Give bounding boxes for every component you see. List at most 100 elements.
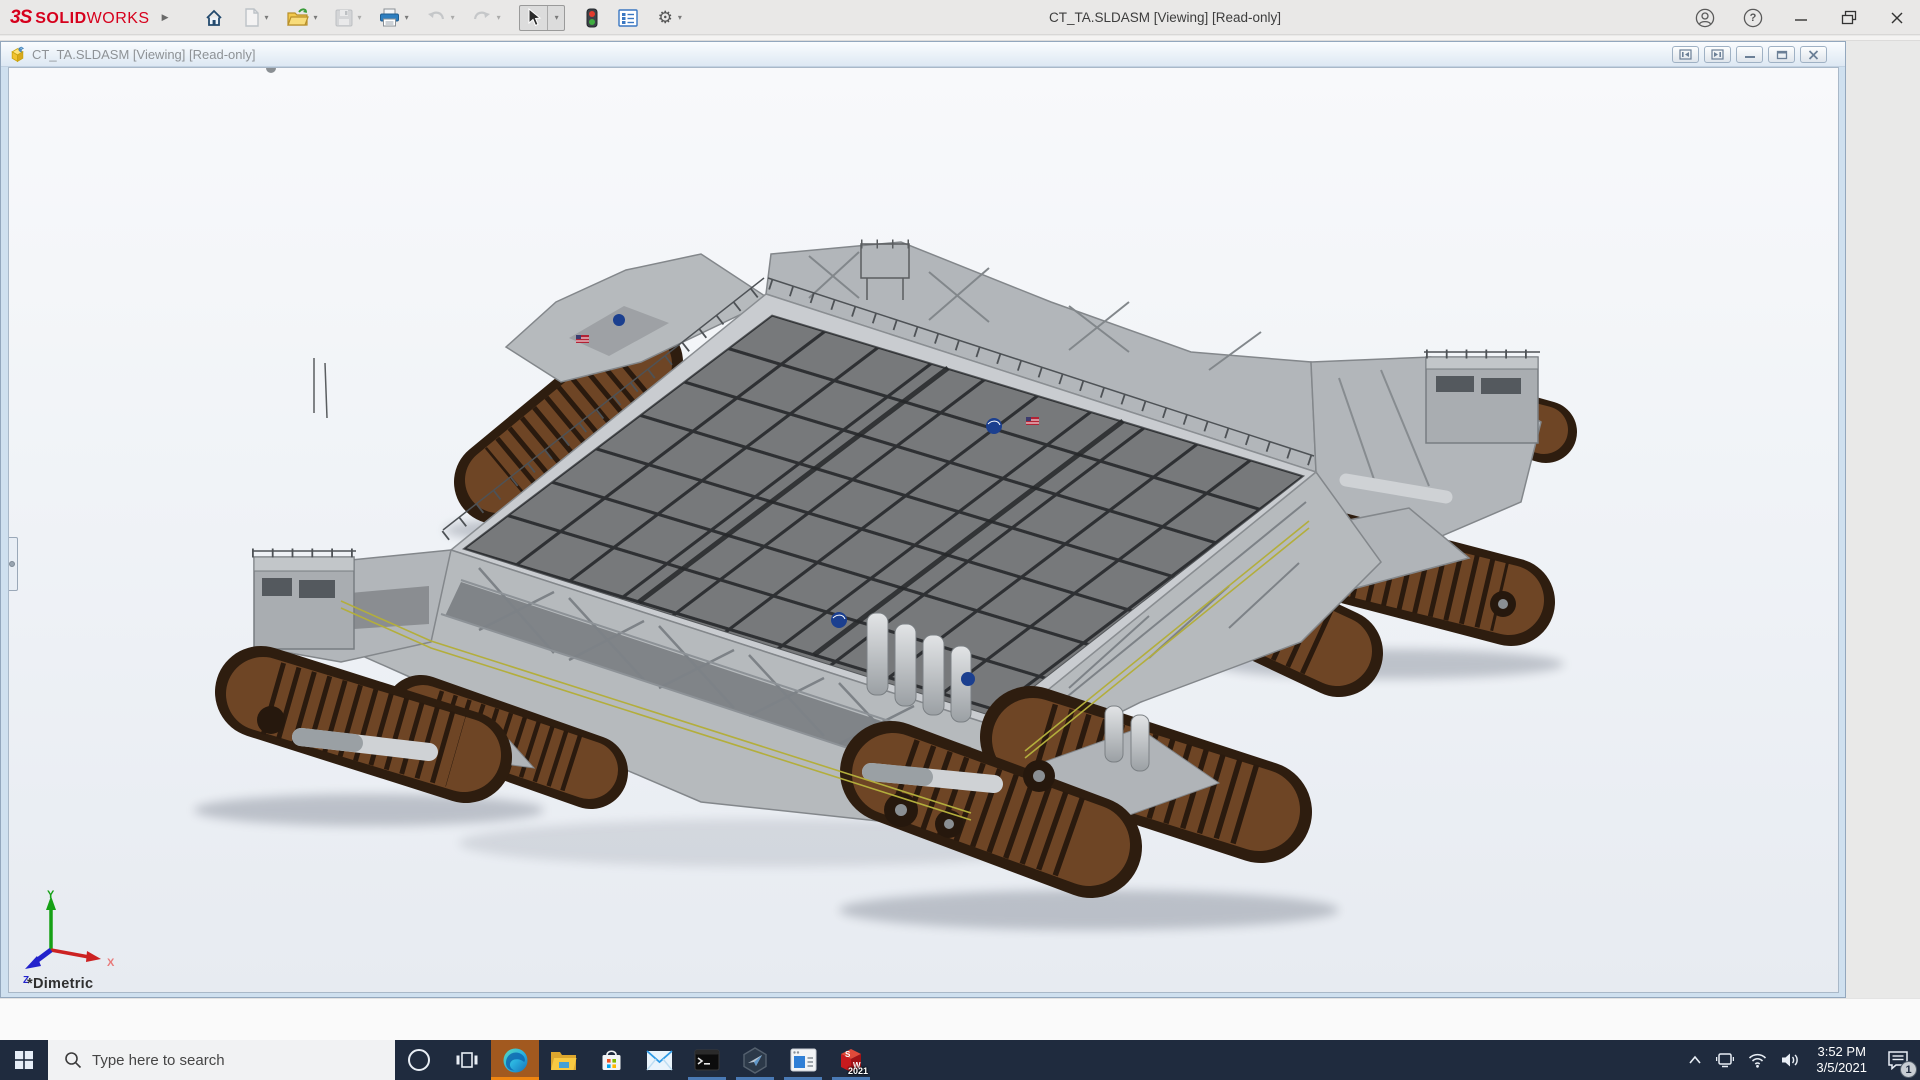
document-titlebar[interactable]: CT_TA.SLDASM [Viewing] [Read-only]	[1, 42, 1845, 67]
app-icon-mail[interactable]	[635, 1040, 683, 1080]
minimize-button[interactable]	[1788, 5, 1814, 31]
doc-close-icon	[1808, 50, 1819, 60]
action-center-button[interactable]: 1	[1876, 1040, 1920, 1080]
system-tray: 3:52 PM 3/5/2021 1	[1681, 1040, 1920, 1080]
search-input[interactable]	[92, 1040, 382, 1080]
search-icon	[64, 1051, 82, 1069]
app-icon-cortana[interactable]	[395, 1040, 443, 1080]
new-document-button[interactable]	[241, 4, 263, 32]
doc-close-button[interactable]	[1800, 46, 1827, 63]
collapse-right-icon	[1711, 49, 1724, 60]
new-document-icon	[244, 8, 260, 27]
doc-minimize-icon	[1744, 50, 1756, 60]
orientation-triad: Y X Z	[21, 888, 131, 988]
chevron-up-icon	[1688, 1055, 1702, 1065]
view-orientation-label: *Dimetric	[27, 976, 93, 992]
undo-icon	[426, 10, 446, 26]
solidworks-logo: 3S SOLID WORKS	[10, 7, 150, 29]
user-account-icon	[1695, 8, 1715, 28]
task-view-icon	[455, 1049, 479, 1071]
command-prompt-icon	[694, 1049, 720, 1071]
display-connect-icon	[1716, 1052, 1734, 1068]
help-button[interactable]: ?	[1740, 5, 1766, 31]
app-background	[1846, 41, 1920, 998]
document-window: CT_TA.SLDASM [Viewing] [Read-only]	[0, 41, 1846, 998]
status-bar	[0, 998, 1920, 1040]
doc-restore-button[interactable]	[1768, 46, 1795, 63]
home-button[interactable]	[201, 4, 227, 32]
home-icon	[204, 8, 224, 28]
restore-button[interactable]	[1836, 5, 1862, 31]
collapse-right-pane-button[interactable]	[1704, 46, 1731, 63]
open-button[interactable]	[283, 4, 312, 32]
notification-badge: 1	[1900, 1061, 1917, 1078]
graphics-area[interactable]: Y X Z *Dimetric	[8, 67, 1839, 993]
collapse-left-pane-button[interactable]	[1672, 46, 1699, 63]
restore-icon	[1841, 10, 1857, 26]
app-icon-file-explorer[interactable]	[539, 1040, 587, 1080]
solidworks-2021-icon: S W 2021	[838, 1047, 864, 1073]
select-tool-button[interactable]	[520, 6, 547, 30]
speaker-icon	[1781, 1052, 1800, 1068]
collapse-left-icon	[1679, 49, 1692, 60]
app-icon-store[interactable]	[587, 1040, 635, 1080]
edrawings-hexagon-icon	[742, 1047, 768, 1074]
mail-icon	[646, 1050, 673, 1071]
tray-wifi[interactable]	[1741, 1040, 1774, 1080]
save-icon	[335, 9, 353, 27]
select-cursor-icon	[525, 8, 542, 27]
edge-icon	[502, 1047, 529, 1074]
window-title: CT_TA.SLDASM [Viewing] [Read-only]	[600, 0, 1730, 35]
undo-button[interactable]	[423, 4, 449, 32]
app-icon-solidworks[interactable]: S W 2021	[827, 1040, 875, 1080]
start-button[interactable]	[0, 1040, 48, 1080]
tray-time: 3:52 PM	[1817, 1044, 1865, 1060]
tray-date: 3/5/2021	[1816, 1060, 1867, 1076]
taskbar-search[interactable]	[48, 1040, 395, 1080]
open-folder-icon	[286, 8, 309, 27]
undo-dropdown[interactable]: ▾	[451, 13, 455, 22]
menu-flyout-icon[interactable]: ▶	[162, 12, 169, 23]
print-button[interactable]	[376, 4, 403, 32]
right-cab	[1424, 352, 1540, 443]
windows-taskbar: S W 2021 3:52 PM 3/5/2021	[0, 1040, 1920, 1080]
close-button[interactable]	[1884, 5, 1910, 31]
doc-minimize-button[interactable]	[1736, 46, 1763, 63]
redo-icon	[472, 10, 492, 26]
app-icon-system-window[interactable]	[779, 1040, 827, 1080]
tray-display-connect[interactable]	[1709, 1040, 1741, 1080]
file-explorer-icon	[550, 1049, 577, 1072]
redo-dropdown[interactable]: ▾	[497, 13, 501, 22]
redo-button[interactable]	[469, 4, 495, 32]
new-document-dropdown[interactable]: ▾	[265, 13, 269, 22]
print-icon	[379, 8, 400, 27]
solidworks-application: 3S SOLID WORKS ▶ ▾ ▾ ▾	[0, 0, 1920, 1080]
stoplight-button[interactable]	[583, 4, 601, 32]
svg-text:S: S	[845, 1050, 851, 1059]
tray-volume[interactable]	[1774, 1040, 1807, 1080]
task-view-button[interactable]	[443, 1040, 491, 1080]
minimize-icon	[1794, 11, 1808, 25]
tray-chevron-up[interactable]	[1681, 1040, 1709, 1080]
triad-y-label: Y	[47, 889, 55, 901]
featuremanager-splitter-handle[interactable]	[8, 537, 18, 591]
system-window-icon	[790, 1048, 817, 1072]
save-dropdown[interactable]: ▾	[358, 13, 362, 22]
save-button[interactable]	[332, 4, 356, 32]
stoplight-icon	[586, 8, 598, 28]
open-dropdown[interactable]: ▾	[314, 13, 318, 22]
app-icon-edge[interactable]	[491, 1040, 539, 1080]
triad-x-label: X	[107, 957, 115, 969]
select-tool-group: ▾	[519, 5, 565, 31]
solidworks-year-label: 2021	[848, 1066, 868, 1076]
select-tool-dropdown[interactable]: ▾	[547, 6, 564, 30]
store-icon	[599, 1048, 624, 1073]
account-button[interactable]	[1692, 5, 1718, 31]
close-icon	[1890, 11, 1904, 25]
print-dropdown[interactable]: ▾	[405, 13, 409, 22]
tray-clock[interactable]: 3:52 PM 3/5/2021	[1807, 1040, 1876, 1080]
app-icon-edrawings[interactable]	[731, 1040, 779, 1080]
app-icon-command-prompt[interactable]	[683, 1040, 731, 1080]
wifi-icon	[1748, 1053, 1767, 1068]
app-titlebar: 3S SOLID WORKS ▶ ▾ ▾ ▾	[0, 0, 1920, 35]
